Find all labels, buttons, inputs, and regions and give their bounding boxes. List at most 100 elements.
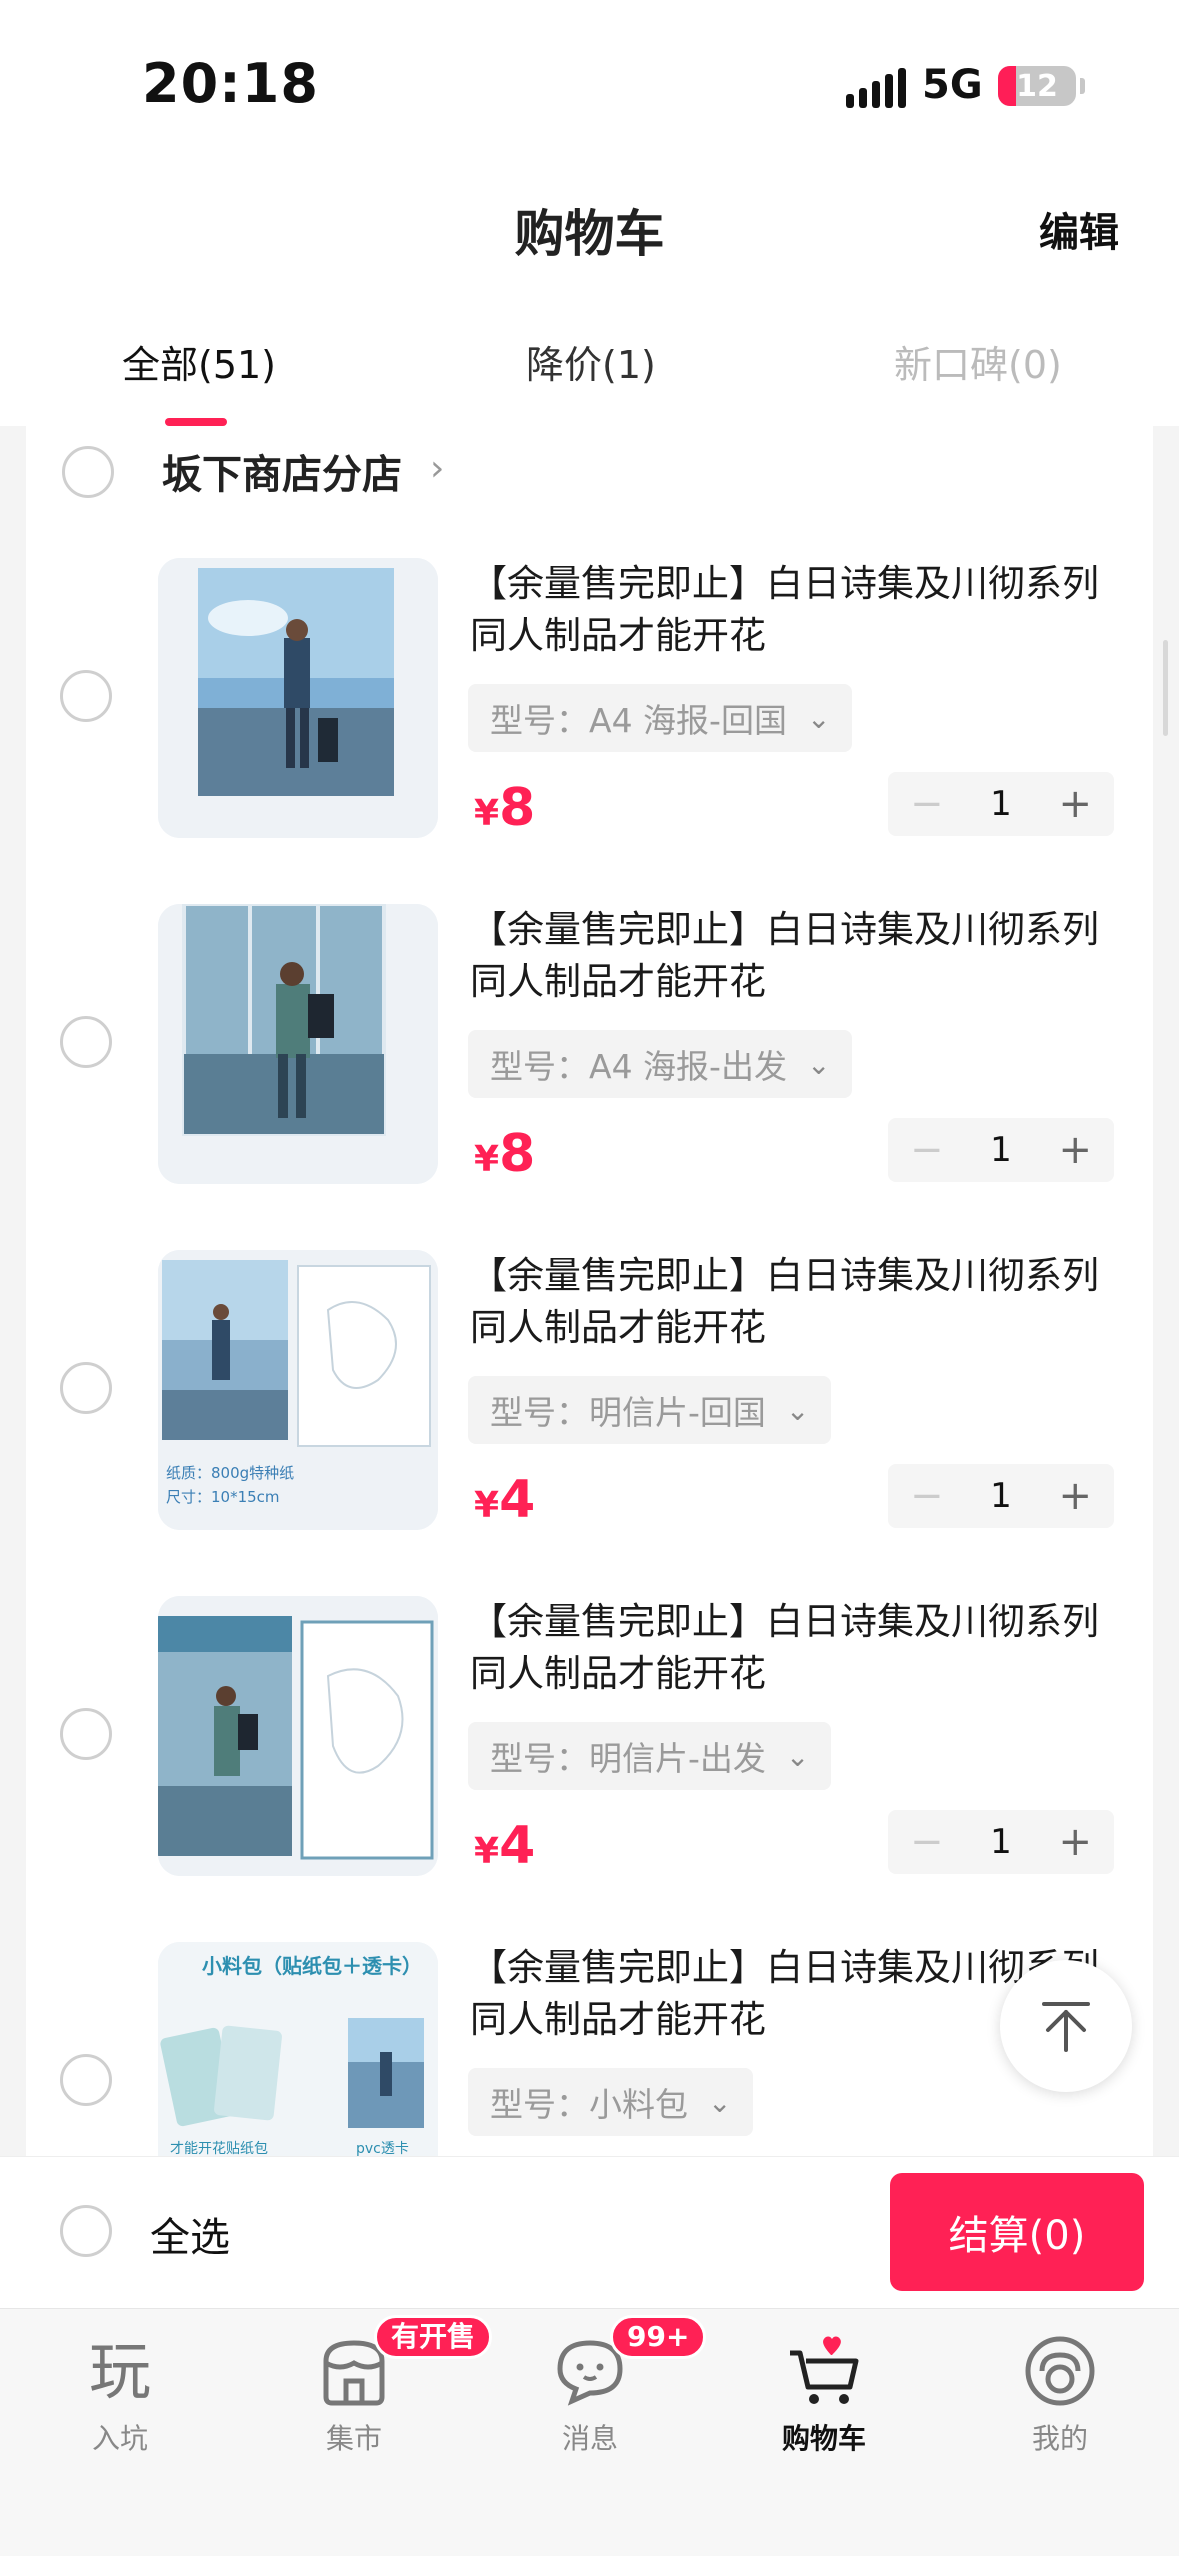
quantity-stepper: − 1 + xyxy=(888,1118,1114,1182)
increase-button[interactable]: + xyxy=(1058,1819,1092,1865)
product-thumbnail[interactable]: 小料包（贴纸包＋透卡） 才能开花贴纸包 pvc透卡 xyxy=(158,1942,438,2156)
item-select-radio[interactable] xyxy=(60,2054,112,2106)
thumbnail-caption: 小料包（贴纸包＋透卡） xyxy=(202,1954,422,1978)
filter-tabs: 全部(51) 降价(1) 新口碑(0) xyxy=(0,300,1179,426)
chevron-down-icon: ⌄ xyxy=(785,1393,810,1427)
quantity-stepper: − 1 + xyxy=(888,1810,1114,1874)
nav-label: 入坑 xyxy=(91,2422,148,2455)
item-title[interactable]: 【余量售完即止】白日诗集及川彻系列同人制品才能开花 xyxy=(470,1250,1130,1354)
shop-select-radio[interactable] xyxy=(62,446,114,498)
variant-label: 型号：明信片-回国 xyxy=(490,1393,766,1432)
price-value: 4 xyxy=(499,1470,536,1530)
price-value: 4 xyxy=(499,1816,536,1876)
chevron-down-icon: ⌄ xyxy=(708,2085,732,2119)
scrollbar[interactable] xyxy=(1163,640,1168,736)
variant-label: 型号：明信片-出发 xyxy=(490,1739,766,1778)
market-badge: 有开售 xyxy=(374,2315,493,2359)
page-title: 购物车 xyxy=(514,205,665,263)
cart-item: 【余量售完即止】白日诗集及川彻系列同人制品才能开花 型号：A4 海报-回国 ⌄ … xyxy=(26,558,1153,904)
chevron-down-icon: ⌄ xyxy=(806,1047,831,1081)
item-title[interactable]: 【余量售完即止】白日诗集及川彻系列同人制品才能开花 xyxy=(470,904,1130,1008)
currency-symbol: ¥ xyxy=(474,1831,500,1872)
item-price: ¥4 xyxy=(474,1470,535,1530)
nav-label: 集市 xyxy=(325,2422,382,2455)
battery-level: 12 xyxy=(1016,68,1058,104)
status-bar: 20:18 5G 12 xyxy=(0,0,1179,160)
nav-label: 我的 xyxy=(1031,2422,1088,2455)
currency-symbol: ¥ xyxy=(474,1485,500,1526)
increase-button[interactable]: + xyxy=(1058,781,1092,827)
nav-market[interactable]: 集市 有开售 xyxy=(274,2315,493,2471)
chevron-right-icon[interactable]: › xyxy=(430,448,444,489)
network-label: 5G xyxy=(922,62,983,108)
item-title[interactable]: 【余量售完即止】白日诗集及川彻系列同人制品才能开花 xyxy=(470,558,1130,662)
product-thumbnail[interactable]: 纸质：800g特种纸 尺寸：10*15cm xyxy=(158,1250,438,1530)
messages-badge: 99+ xyxy=(610,2315,707,2359)
currency-symbol: ¥ xyxy=(474,1139,500,1180)
signal-icon xyxy=(846,66,906,108)
variant-selector[interactable]: 型号：明信片-回国 ⌄ xyxy=(468,1376,832,1444)
cart-item: 纸质：800g特种纸 尺寸：10*15cm 【余量售完即止】白日诗集及川彻系列同… xyxy=(26,1250,1153,1596)
nav-cart[interactable]: 购物车 xyxy=(744,2331,904,2471)
increase-button[interactable]: + xyxy=(1058,1473,1092,1519)
chevron-down-icon: ⌄ xyxy=(806,701,831,735)
select-all-radio[interactable] xyxy=(60,2205,112,2257)
currency-symbol: ¥ xyxy=(474,793,500,834)
shop-name[interactable]: 坂下商店分店 xyxy=(162,442,402,500)
decrease-button[interactable]: − xyxy=(910,781,944,827)
thumbnail-caption: pvc透卡 xyxy=(356,2141,409,2156)
checkout-button[interactable]: 结算(0) xyxy=(890,2173,1144,2291)
battery-icon: 12 xyxy=(998,66,1076,106)
item-title[interactable]: 【余量售完即止】白日诗集及川彻系列同人制品才能开花 xyxy=(470,1596,1130,1700)
variant-label: 型号：A4 海报-回国 xyxy=(490,701,787,740)
select-all-label[interactable]: 全选 xyxy=(150,2205,230,2263)
quantity-stepper: − 1 + xyxy=(888,1464,1114,1528)
svg-text:玩: 玩 xyxy=(89,2335,151,2408)
variant-label: 型号：A4 海报-出发 xyxy=(490,1047,787,1086)
tab-new-reviews[interactable]: 新口碑(0) xyxy=(894,334,1062,389)
edit-button[interactable]: 编辑 xyxy=(1039,200,1119,258)
item-select-radio[interactable] xyxy=(60,670,112,722)
profile-icon xyxy=(1025,2336,1095,2406)
decrease-button[interactable]: − xyxy=(910,1473,944,1519)
shop-card: 坂下商店分店 › 【余量售完即止】白日诗集及川彻系列同人制品才能开花 型号：A4… xyxy=(26,426,1153,2156)
variant-selector[interactable]: 型号：明信片-出发 ⌄ xyxy=(468,1722,832,1790)
quantity-value: 1 xyxy=(990,1130,1012,1170)
product-thumbnail[interactable] xyxy=(158,1596,438,1876)
nav-label: 消息 xyxy=(561,2422,618,2455)
product-thumbnail[interactable] xyxy=(158,558,438,838)
back-to-top-button[interactable] xyxy=(1000,1960,1132,2092)
quantity-value: 1 xyxy=(990,1822,1012,1862)
quantity-value: 1 xyxy=(990,1476,1012,1516)
quantity-value: 1 xyxy=(990,784,1012,824)
header: 购物车 编辑 xyxy=(0,160,1179,300)
variant-selector[interactable]: 型号：小料包 ⌄ xyxy=(468,2068,754,2136)
price-value: 8 xyxy=(499,778,536,838)
battery-tip xyxy=(1080,78,1085,94)
variant-selector[interactable]: 型号：A4 海报-出发 ⌄ xyxy=(468,1030,853,1098)
tab-price-drop[interactable]: 降价(1) xyxy=(526,334,656,389)
cart-item: 小料包（贴纸包＋透卡） 才能开花贴纸包 pvc透卡 【余量售完即止】白日诗集及川… xyxy=(26,1942,1153,2156)
checkout-bar: 全选 结算(0) xyxy=(0,2156,1179,2308)
active-tab-indicator xyxy=(165,418,227,426)
product-thumbnail[interactable] xyxy=(158,904,438,1184)
nav-label: 购物车 xyxy=(781,2422,866,2455)
nav-messages[interactable]: 消息 99+ xyxy=(510,2315,707,2471)
cart-item: 【余量售完即止】白日诗集及川彻系列同人制品才能开花 型号：明信片-出发 ⌄ ¥4… xyxy=(26,1596,1153,1942)
item-select-radio[interactable] xyxy=(60,1016,112,1068)
tab-all[interactable]: 全部(51) xyxy=(122,334,276,389)
decrease-button[interactable]: − xyxy=(910,1127,944,1173)
decrease-button[interactable]: − xyxy=(910,1819,944,1865)
thumbnail-caption: 尺寸：10*15cm xyxy=(166,1488,280,1506)
item-select-radio[interactable] xyxy=(60,1362,112,1414)
nav-play[interactable]: 玩 入坑 xyxy=(40,2331,200,2471)
variant-label: 型号：小料包 xyxy=(490,2085,688,2124)
item-price: ¥8 xyxy=(474,778,535,838)
play-icon: 玩 xyxy=(89,2335,151,2408)
variant-selector[interactable]: 型号：A4 海报-回国 ⌄ xyxy=(468,684,853,752)
bottom-tab-bar: 玩 入坑 集市 有开售 消息 99+ 购物车 我的 xyxy=(0,2308,1179,2556)
item-select-radio[interactable] xyxy=(60,1708,112,1760)
nav-profile[interactable]: 我的 xyxy=(980,2331,1140,2471)
increase-button[interactable]: + xyxy=(1058,1127,1092,1173)
chevron-down-icon: ⌄ xyxy=(785,1739,810,1773)
